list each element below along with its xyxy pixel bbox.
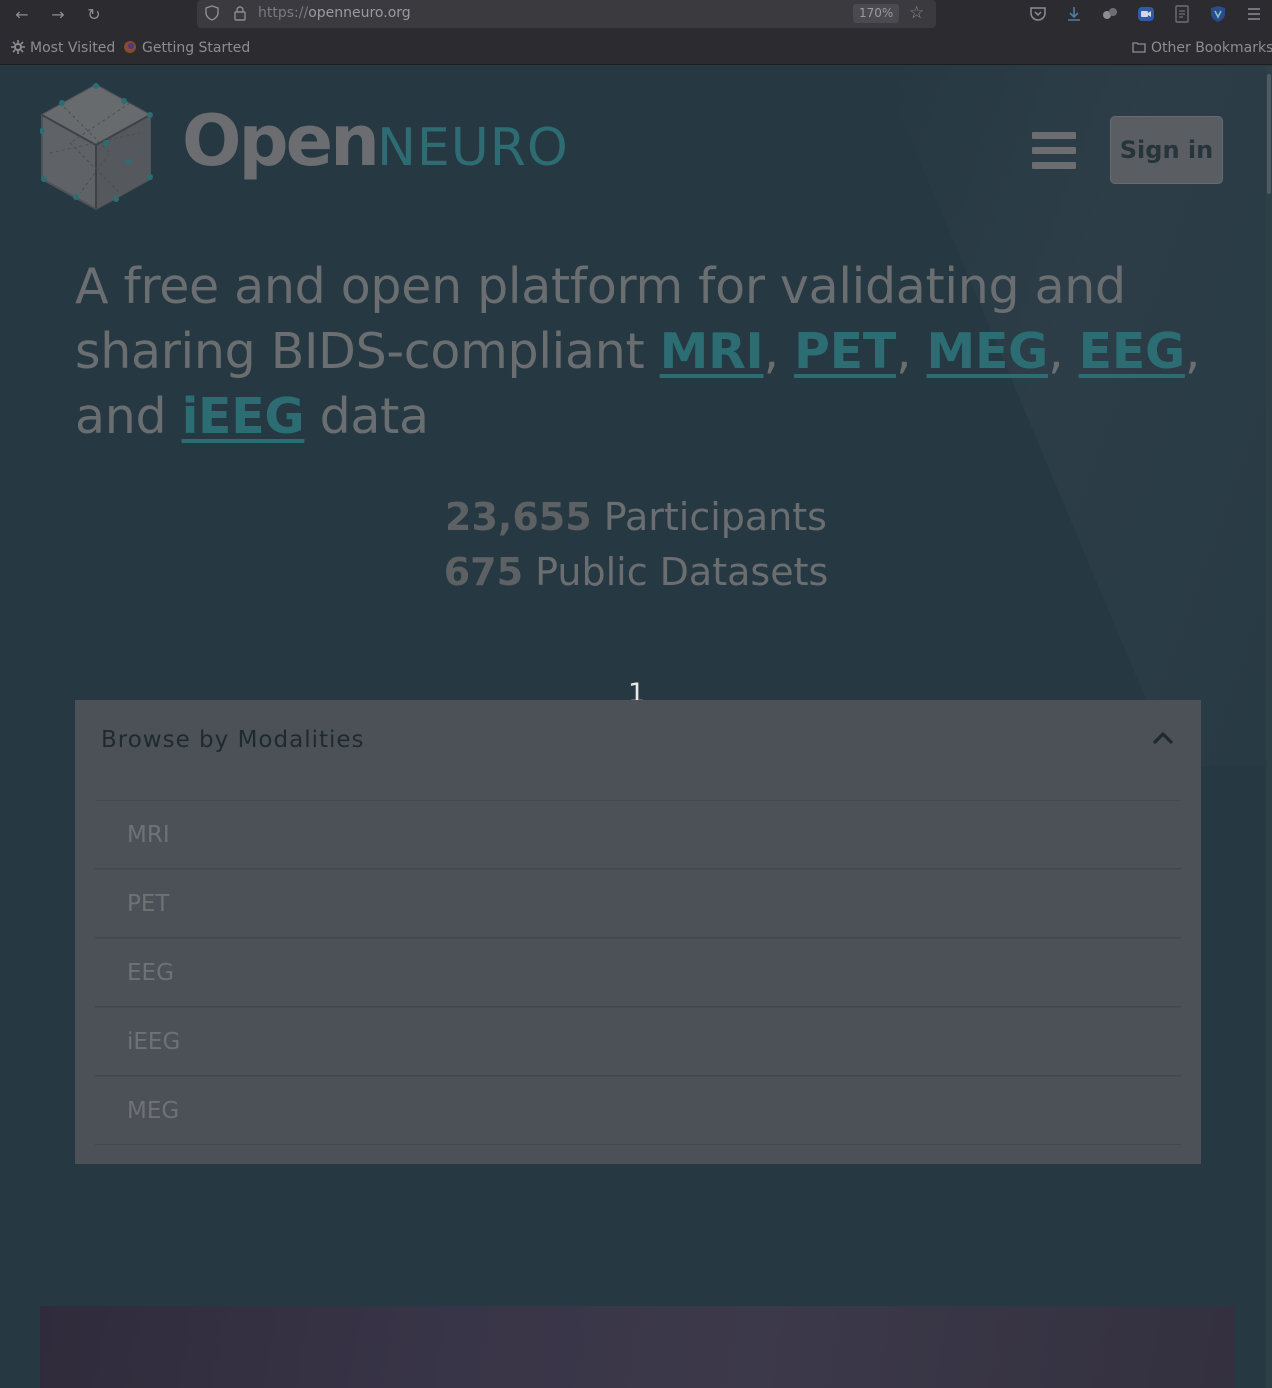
chevron-up-icon[interactable]: [1151, 728, 1175, 748]
vpn-shield-icon[interactable]: [1209, 5, 1227, 23]
url-text[interactable]: https://openneuro.org: [258, 5, 411, 21]
shield-icon[interactable]: [205, 5, 219, 21]
meg-link[interactable]: MEG: [927, 323, 1049, 380]
modality-label: iEEG: [127, 1029, 181, 1055]
pet-link[interactable]: PET: [794, 323, 896, 380]
reader-view-icon[interactable]: [1173, 5, 1191, 23]
bookmark-most-visited[interactable]: Most Visited: [11, 40, 115, 56]
extension-icon[interactable]: [1101, 5, 1119, 23]
mri-link[interactable]: MRI: [660, 323, 764, 380]
modality-label: MEG: [127, 1098, 180, 1124]
bookmark-label: Most Visited: [30, 40, 116, 56]
hero-separator: ,: [1048, 323, 1079, 380]
gear-icon: [11, 40, 25, 54]
browse-by-modalities-title[interactable]: Browse by Modalities: [101, 727, 365, 753]
zoom-level-badge[interactable]: 170%: [853, 4, 900, 23]
modality-item-mri[interactable]: MRI: [95, 800, 1181, 869]
bookmark-label: Getting Started: [142, 40, 251, 56]
datasets-count: 675: [443, 550, 524, 594]
sign-in-button[interactable]: Sign in: [1110, 116, 1223, 184]
app-menu-icon[interactable]: [1245, 5, 1263, 23]
modality-item-eeg[interactable]: EEG: [95, 938, 1181, 1007]
modality-list: MRI PET EEG iEEG MEG: [95, 800, 1181, 1145]
bookmark-getting-started[interactable]: Getting Started: [123, 40, 250, 56]
logo-open-text: Open: [182, 100, 380, 182]
bookmark-other-bookmarks[interactable]: Other Bookmarks: [1132, 40, 1272, 56]
hero-separator: ,: [895, 323, 927, 380]
bookmark-label: Other Bookmarks: [1151, 40, 1272, 56]
participants-count: 23,655: [445, 495, 592, 539]
featured-banner: [40, 1306, 1235, 1388]
bookmarks-bar: Most Visited Getting Started Other Bookm…: [0, 30, 1272, 65]
folder-icon: [1132, 42, 1146, 53]
url-host: openneuro.org: [308, 5, 411, 21]
openneuro-wordmark[interactable]: OpenNEURO: [182, 106, 569, 176]
participants-label: Participants: [591, 495, 827, 539]
reload-icon[interactable]: ↻: [83, 4, 105, 26]
scrollbar[interactable]: [1266, 66, 1272, 1388]
hero-separator: ,: [763, 323, 795, 380]
openneuro-logo-icon[interactable]: [40, 83, 156, 211]
scrollbar-thumb[interactable]: [1267, 74, 1271, 194]
hamburger-menu-icon[interactable]: [1032, 132, 1076, 172]
modality-item-pet[interactable]: PET: [95, 869, 1181, 938]
zoom-extension-icon[interactable]: [1137, 5, 1155, 23]
pocket-icon[interactable]: [1029, 5, 1047, 23]
eeg-link[interactable]: EEG: [1079, 323, 1186, 380]
datasets-stat: 675 Public Datasets: [0, 545, 1272, 600]
datasets-label: Public Datasets: [523, 550, 829, 594]
ieeg-link[interactable]: iEEG: [182, 388, 305, 445]
hero-tagline: A free and open platform for validating …: [75, 254, 1215, 449]
modality-label: EEG: [127, 960, 174, 986]
participants-stat: 23,655 Participants: [0, 490, 1272, 545]
bookmark-star-icon[interactable]: ☆: [909, 3, 924, 23]
modality-label: PET: [127, 891, 170, 917]
url-scheme: https://: [258, 5, 309, 21]
page-content: OpenNEURO Sign in A free and open platfo…: [0, 66, 1272, 1388]
lock-icon[interactable]: [233, 5, 247, 21]
firefox-icon: [124, 41, 136, 53]
browse-by-modalities-panel: Browse by Modalities MRI PET EEG iEEG ME…: [75, 700, 1201, 1164]
download-icon[interactable]: [1065, 5, 1083, 23]
hero-text: data: [304, 388, 429, 445]
logo-neuro-text: NEURO: [376, 118, 569, 178]
address-bar[interactable]: https://openneuro.org 170% ☆: [197, 0, 936, 28]
modality-item-meg[interactable]: MEG: [95, 1076, 1181, 1145]
back-icon[interactable]: ←: [11, 4, 33, 26]
browser-toolbar: ← → ↻ https://openneuro.org 170% ☆: [0, 0, 1272, 30]
modality-label: MRI: [127, 822, 170, 848]
platform-stats: 23,655 Participants 675 Public Datasets: [0, 490, 1272, 600]
modality-item-ieeg[interactable]: iEEG: [95, 1007, 1181, 1076]
forward-icon[interactable]: →: [47, 4, 69, 26]
